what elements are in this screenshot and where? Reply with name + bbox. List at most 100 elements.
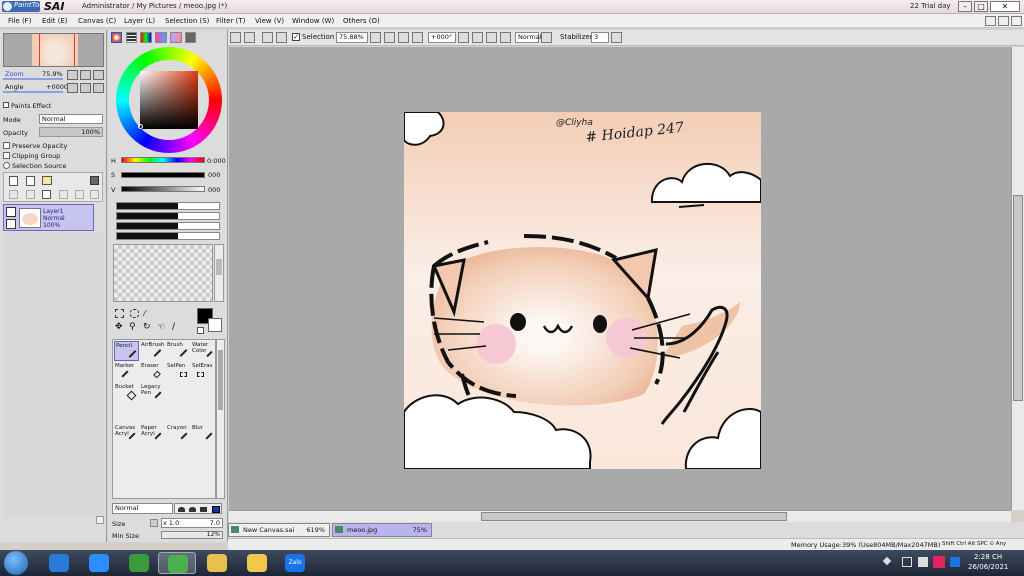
taskbar-explorer[interactable] (238, 552, 276, 574)
rotation-reset-icon[interactable] (500, 32, 511, 43)
tool-crayon[interactable]: Crayon (166, 424, 191, 444)
brush-shape-soft-icon[interactable] (189, 507, 196, 512)
preset-slider-2[interactable] (116, 212, 220, 220)
flip-view-icon[interactable] (541, 32, 552, 43)
color-picker-cursor[interactable] (138, 124, 143, 129)
brush-shape-square-icon[interactable] (212, 506, 220, 513)
tool-marker[interactable]: Marker (114, 362, 139, 382)
doc-close-button[interactable] (1011, 16, 1022, 26)
tray-expand-icon[interactable] (882, 556, 892, 566)
toolbar-zoom-reset-icon[interactable] (412, 32, 423, 43)
vertical-scrollbar[interactable] (1011, 47, 1024, 510)
left-panel-scroll-handle[interactable] (96, 516, 104, 524)
sub-color-swatch[interactable] (208, 318, 222, 332)
color-panel-menu-icon[interactable] (185, 32, 196, 43)
move-icon[interactable]: ✥ (115, 323, 124, 332)
saturation-value-square[interactable] (140, 71, 198, 129)
rgb-slider-mode-icon[interactable] (126, 32, 137, 43)
network-icon[interactable] (918, 557, 928, 567)
magic-wand-icon[interactable]: ⁄ (144, 309, 153, 318)
stabilizer-select[interactable]: 3 (591, 32, 609, 43)
rect-select-icon[interactable] (115, 309, 124, 318)
artwork-canvas[interactable]: @Cliyha # Hoidap 247 (404, 112, 761, 469)
layer-visibility-icon[interactable] (6, 207, 16, 217)
taskbar-internet-explorer[interactable] (40, 552, 78, 574)
merge-visible-icon[interactable] (75, 190, 84, 199)
rotation-select[interactable]: +000° (428, 32, 456, 43)
menu-filter[interactable]: Filter (T) (216, 17, 245, 25)
rotate-right-button[interactable] (80, 83, 91, 93)
menu-layer[interactable]: Layer (L) (124, 17, 155, 25)
tool-brush[interactable]: Brush (166, 341, 191, 361)
new-linework-layer-icon[interactable] (26, 176, 35, 186)
zoom-tool-icon[interactable]: ⚲ (129, 323, 138, 332)
tool-eraser[interactable]: Eraser (140, 362, 165, 382)
size-slider[interactable]: x 1.0 7.0 (161, 518, 223, 528)
selection-checkbox[interactable]: ✓ (292, 33, 300, 41)
delete-layer-icon[interactable] (59, 190, 68, 199)
tool-airbrush[interactable]: AirBrush (140, 341, 165, 361)
color-wheel-mode-icon[interactable] (111, 32, 122, 43)
zoom-reset-button[interactable] (93, 70, 104, 80)
tool-watercolor[interactable]: Water Color (191, 341, 216, 361)
zalo-tray-icon[interactable] (950, 557, 960, 567)
taskbar-paint[interactable] (198, 552, 236, 574)
volume-icon[interactable] (902, 557, 912, 567)
rotate-reset-button[interactable] (93, 83, 104, 93)
rotate-cw-icon[interactable] (486, 32, 497, 43)
tool-grid-scrollbar[interactable] (216, 339, 225, 499)
taskbar-zalo[interactable]: Zalo (276, 552, 314, 574)
vertical-scroll-thumb[interactable] (1013, 195, 1023, 401)
transfer-down-icon[interactable] (9, 190, 18, 199)
tool-blur[interactable]: Blur (191, 424, 216, 444)
tool-pencil[interactable]: Pencil (114, 341, 139, 361)
layer-mask-icon[interactable] (90, 190, 99, 199)
horizontal-scrollbar[interactable] (229, 510, 1011, 522)
navigator-preview[interactable] (3, 33, 104, 67)
toolbar-zoom-out-icon[interactable] (384, 32, 395, 43)
rotate-left-button[interactable] (67, 83, 78, 93)
brush-shape-round-icon[interactable] (178, 507, 185, 512)
view-mode-select[interactable]: Normal (515, 32, 542, 43)
angle-slider[interactable] (3, 91, 63, 93)
toolbar-zoom-in-icon[interactable] (398, 32, 409, 43)
brush-shape-flat-icon[interactable] (200, 507, 207, 512)
tool-seleras[interactable]: SelEras (191, 362, 216, 382)
scratch-pad-scrollbar[interactable] (214, 244, 224, 302)
maximize-button[interactable]: □ (974, 1, 988, 12)
selection-source-radio[interactable] (3, 162, 10, 169)
zoom-slider[interactable] (3, 78, 63, 80)
new-layer-icon[interactable] (9, 176, 18, 186)
taskbar-zoom[interactable] (80, 552, 118, 574)
rotate-ccw-icon[interactable] (472, 32, 483, 43)
eyedropper-icon[interactable]: ∕ (172, 323, 181, 332)
preset-slider-1[interactable] (116, 202, 220, 210)
tool-selpen[interactable]: SelPen (166, 362, 191, 382)
taskbar-chrome[interactable] (120, 552, 158, 574)
preserve-opacity-checkbox[interactable] (3, 142, 10, 149)
menu-edit[interactable]: Edit (E) (42, 17, 68, 25)
swatches-mode-icon[interactable] (155, 32, 167, 43)
scratch-pad-scroll-thumb[interactable] (216, 259, 222, 275)
redo-icon[interactable] (244, 32, 255, 43)
saturation-slider[interactable] (121, 172, 205, 178)
menu-window[interactable]: Window (W) (292, 17, 334, 25)
tab-new-canvas[interactable]: New Canvas.sai 619% (228, 523, 330, 537)
menu-file[interactable]: File (F) (8, 17, 31, 25)
menu-selection[interactable]: Selection (S) (165, 17, 209, 25)
horizontal-scroll-thumb[interactable] (481, 512, 787, 521)
blend-mode-select[interactable]: Normal (112, 503, 173, 514)
zoom-out-button[interactable] (67, 70, 78, 80)
undo-icon[interactable] (230, 32, 241, 43)
tool-legacy-pen[interactable]: Legacy Pen (140, 383, 165, 403)
deselect-icon[interactable] (262, 32, 273, 43)
menu-others[interactable]: Others (O) (343, 17, 380, 25)
preset-slider-3[interactable] (116, 222, 220, 230)
clear-layer-icon[interactable] (42, 190, 51, 199)
swap-color-icon[interactable] (197, 327, 204, 334)
start-button[interactable] (4, 551, 28, 575)
new-folder-icon[interactable] (42, 176, 52, 185)
scratchpad-mode-icon[interactable] (170, 32, 182, 43)
vivaldi-tray-icon[interactable] (933, 556, 945, 568)
hsv-slider-mode-icon[interactable] (140, 32, 152, 43)
